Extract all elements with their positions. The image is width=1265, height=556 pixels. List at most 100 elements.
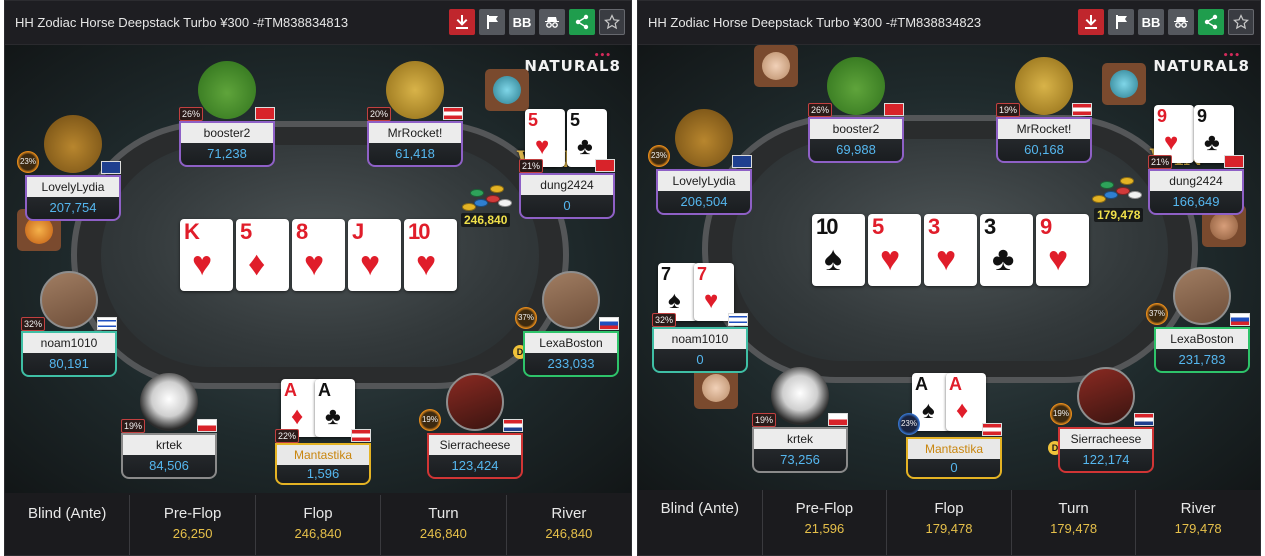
vpip-badge: 19% [996, 103, 1021, 117]
board-card: 10 ♠ [812, 214, 865, 286]
player-stack: 71,238 [207, 146, 247, 161]
hong-kong-flag-icon [884, 103, 904, 116]
vpip-badge: 19% [121, 419, 146, 433]
window-title: HH Zodiac Horse Deepstack Turbo ¥300 -#T… [15, 15, 349, 30]
dragon-avatar-icon [198, 61, 256, 119]
toolbar: BB [1078, 9, 1254, 35]
seat-dung2424[interactable]: 9 ♥ 9 ♣ 21% dung2424 166,649 [1148, 105, 1244, 215]
flag-icon[interactable] [1108, 9, 1134, 35]
hand-history-window-2: HH Zodiac Horse Deepstack Turbo ¥300 -#T… [637, 0, 1261, 556]
street-preflop[interactable]: Pre-Flop 26,250 [129, 495, 254, 555]
seat-dung2424[interactable]: 5 ♥ 5 ♣ 21% dung2424 0 [519, 109, 615, 219]
board-card: 3 ♥ [924, 214, 977, 286]
vpip-badge: 23% [17, 151, 39, 173]
player-name: MrRocket! [998, 119, 1090, 139]
seat-noam1010[interactable]: 32% noam1010 80,191 [21, 271, 117, 377]
seat-mantastika[interactable]: A ♠ A ♦ 23% Mantastika 0 [898, 373, 1002, 479]
street-flop[interactable]: Flop 179,478 [886, 490, 1011, 555]
vpip-badge: 26% [179, 107, 204, 121]
download-icon[interactable] [449, 9, 475, 35]
seat-sierracheese[interactable]: 19% Sierracheese 123,424 [419, 373, 523, 479]
seat-krtek[interactable]: 19% krtek 73,256 [752, 367, 848, 473]
player-stack: 233,033 [547, 356, 595, 371]
download-icon[interactable] [1078, 9, 1104, 35]
player-photo-avatar [542, 271, 600, 329]
player-name: noam1010 [654, 329, 746, 349]
emote-bubble [754, 45, 798, 87]
flag-icon[interactable] [479, 9, 505, 35]
player-stack: 231,783 [1178, 352, 1226, 367]
street-flop[interactable]: Flop 246,840 [254, 495, 380, 555]
seat-lovelylydia[interactable]: 23% LovelyLydia 206,504 [648, 109, 752, 215]
street-blind-ante[interactable]: Blind (Ante) [5, 495, 129, 555]
street-turn[interactable]: Turn 246,840 [380, 495, 505, 555]
player-name: MrRocket! [369, 123, 461, 143]
street-turn[interactable]: Turn 179,478 [1010, 490, 1136, 555]
board-card: K ♥ [180, 219, 233, 291]
seat-booster2[interactable]: 26% booster2 69,988 [808, 57, 904, 163]
emote-bubble [485, 69, 529, 111]
share-icon[interactable] [1198, 9, 1224, 35]
seat-noam1010[interactable]: 7 ♠ 7 ♥ 32% noam1010 0 [652, 263, 748, 373]
vpip-badge: 22% [275, 429, 300, 443]
player-name: dung2424 [1150, 171, 1242, 191]
incognito-icon[interactable] [539, 9, 565, 35]
player-name: Sierracheese [429, 435, 521, 455]
incognito-icon[interactable] [1168, 9, 1194, 35]
hole-card: A ♦ [946, 373, 986, 431]
croatia-flag-icon [503, 419, 523, 432]
star-icon[interactable] [1228, 9, 1254, 35]
street-river[interactable]: River 246,840 [505, 495, 631, 555]
player-stack: 0 [696, 352, 704, 367]
bb-toggle-button[interactable]: BB [509, 9, 535, 35]
vpip-badge: 19% [1050, 403, 1072, 425]
player-stack: 60,168 [1024, 142, 1064, 157]
seat-mrrocket[interactable]: 19% MrRocket! 60,168 [996, 57, 1092, 163]
seat-lexaboston[interactable]: 37% D LexaBoston 233,033 [513, 271, 619, 377]
vpip-badge: 37% [1146, 303, 1168, 325]
share-icon[interactable] [569, 9, 595, 35]
dragon-avatar-icon [827, 57, 885, 115]
window-header: HH Zodiac Horse Deepstack Turbo ¥300 -#T… [638, 1, 1260, 45]
player-name: Mantastika [277, 445, 369, 465]
board-card: 9 ♥ [1036, 214, 1089, 286]
seat-mrrocket[interactable]: 20% MrRocket! 61,418 [367, 61, 463, 167]
player-stack: 122,174 [1082, 452, 1130, 467]
player-stack: 69,988 [836, 142, 876, 157]
globe-emote-icon [493, 76, 521, 104]
seat-sierracheese[interactable]: 19% D Sierracheese 122,174 [1048, 367, 1154, 473]
street-blind-ante[interactable]: Blind (Ante) [638, 490, 762, 555]
new-zealand-flag-icon [101, 161, 121, 174]
street-preflop[interactable]: Pre-Flop 21,596 [761, 490, 887, 555]
window-title: HH Zodiac Horse Deepstack Turbo ¥300 -#T… [648, 15, 982, 30]
natural8-logo: NATURAL8 ••• [1153, 51, 1250, 75]
street-river[interactable]: River 179,478 [1135, 490, 1260, 555]
country-flag-icon [1072, 103, 1092, 116]
face-emote-icon [1210, 212, 1238, 240]
buddha-avatar-icon [1015, 57, 1073, 115]
player-name: booster2 [181, 123, 273, 143]
seat-lexaboston[interactable]: 37% LexaBoston 231,783 [1146, 267, 1250, 373]
poland-flag-icon [828, 413, 848, 426]
panda-avatar-icon [771, 367, 829, 425]
vietnam-flag-icon [1224, 155, 1244, 168]
vpip-badge: 21% [1148, 155, 1173, 169]
star-icon[interactable] [599, 9, 625, 35]
poker-table: NATURAL8••• 10♠ 5♥ 3♥ 3♣ 9♥ 179,478 WIN [638, 45, 1260, 493]
player-name: booster2 [810, 119, 902, 139]
player-stack: 0 [563, 198, 571, 213]
croatia-flag-icon [1134, 413, 1154, 426]
player-stack: 206,504 [680, 194, 728, 209]
player-name: LovelyLydia [27, 177, 119, 197]
seat-mantastika[interactable]: A ♦ A ♣ 22% Mantastika 1,596 [275, 379, 371, 485]
seat-lovelylydia[interactable]: 23% LovelyLydia 207,754 [17, 115, 121, 221]
bb-toggle-button[interactable]: BB [1138, 9, 1164, 35]
seat-booster2[interactable]: 26% booster2 71,238 [179, 61, 275, 167]
board-card: 8 ♥ [292, 219, 345, 291]
israel-flag-icon [97, 317, 117, 330]
vietnam-flag-icon [595, 159, 615, 172]
window-header: HH Zodiac Horse Deepstack Turbo ¥300 -#T… [5, 1, 631, 45]
vpip-badge: 32% [652, 313, 677, 327]
street-pot-summary: Blind (Ante) Pre-Flop 26,250 Flop 246,840 … [5, 495, 631, 555]
seat-krtek[interactable]: 19% krtek 84,506 [121, 373, 217, 479]
